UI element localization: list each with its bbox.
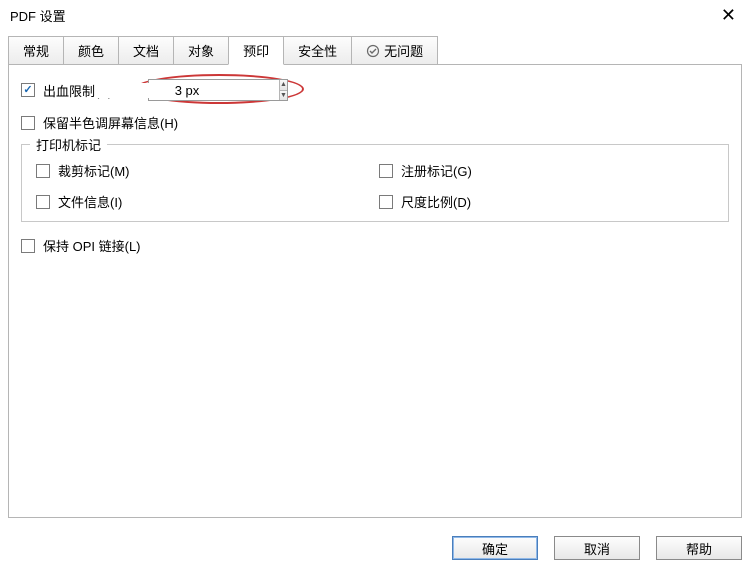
tab-document-label: 文档 bbox=[133, 41, 159, 60]
opi-label: 保持 OPI 链接(L) bbox=[43, 236, 141, 255]
help-button[interactable]: 帮助 bbox=[656, 536, 742, 560]
tab-prepress-label: 预印 bbox=[243, 41, 269, 60]
file-info-item: 文件信息(I) bbox=[36, 192, 371, 211]
bleed-spinner: ▲ ▼ bbox=[148, 79, 288, 101]
checkmark-icon bbox=[366, 44, 380, 58]
scale-ratio-item: 尺度比例(D) bbox=[379, 192, 714, 211]
close-icon[interactable]: ✕ bbox=[717, 6, 740, 24]
opi-checkbox[interactable] bbox=[21, 239, 35, 253]
help-button-label: 帮助 bbox=[686, 539, 712, 558]
crop-marks-checkbox[interactable] bbox=[36, 164, 50, 178]
dialog-title: PDF 设置 bbox=[10, 6, 66, 25]
tab-security[interactable]: 安全性 bbox=[283, 36, 352, 65]
tab-document[interactable]: 文档 bbox=[118, 36, 174, 65]
tab-color-label: 颜色 bbox=[78, 41, 104, 60]
tab-strip: 常规 颜色 文档 对象 预印 安全性 无问题 bbox=[8, 36, 742, 65]
title-bar: PDF 设置 ✕ bbox=[0, 0, 750, 32]
registration-marks-item: 注册标记(G) bbox=[379, 161, 714, 180]
registration-marks-label: 注册标记(G) bbox=[401, 161, 472, 180]
file-info-label: 文件信息(I) bbox=[58, 192, 122, 211]
bleed-spin-down[interactable]: ▼ bbox=[280, 91, 287, 101]
tab-color[interactable]: 颜色 bbox=[63, 36, 119, 65]
tab-no-issues-label: 无问题 bbox=[384, 41, 423, 60]
tab-objects-label: 对象 bbox=[188, 41, 214, 60]
cancel-button[interactable]: 取消 bbox=[554, 536, 640, 560]
halftone-checkbox[interactable] bbox=[21, 116, 35, 130]
ok-button[interactable]: 确定 bbox=[452, 536, 538, 560]
scale-ratio-checkbox[interactable] bbox=[379, 195, 393, 209]
cancel-button-label: 取消 bbox=[584, 539, 610, 558]
opi-row: 保持 OPI 链接(L) bbox=[21, 236, 729, 255]
printer-marks-group: 打印机标记 裁剪标记(M) 注册标记(G) 文件信息(I) 尺度比例(D) bbox=[21, 144, 729, 222]
bleed-spin-buttons: ▲ ▼ bbox=[279, 80, 287, 100]
scale-ratio-label: 尺度比例(D) bbox=[401, 192, 471, 211]
printer-marks-legend: 打印机标记 bbox=[30, 135, 107, 154]
printer-marks-grid: 裁剪标记(M) 注册标记(G) 文件信息(I) 尺度比例(D) bbox=[36, 161, 714, 211]
tab-panel-prepress: 出血限制(B): ▲ ▼ 保留半色调屏幕信息(H) 打印机标记 裁剪标记(M) bbox=[8, 64, 742, 518]
crop-marks-label: 裁剪标记(M) bbox=[58, 161, 130, 180]
crop-marks-item: 裁剪标记(M) bbox=[36, 161, 371, 180]
dialog-buttons: 确定 取消 帮助 bbox=[452, 536, 742, 560]
tab-general-label: 常规 bbox=[23, 41, 49, 60]
bleed-checkbox[interactable] bbox=[21, 83, 35, 97]
halftone-row: 保留半色调屏幕信息(H) bbox=[21, 113, 729, 132]
tab-general[interactable]: 常规 bbox=[8, 36, 64, 65]
ok-button-label: 确定 bbox=[482, 539, 508, 558]
bleed-row: 出血限制(B): ▲ ▼ bbox=[21, 79, 729, 101]
registration-marks-checkbox[interactable] bbox=[379, 164, 393, 178]
tab-no-issues[interactable]: 无问题 bbox=[351, 36, 438, 65]
bleed-input[interactable] bbox=[95, 83, 279, 98]
file-info-checkbox[interactable] bbox=[36, 195, 50, 209]
bleed-spin-up[interactable]: ▲ bbox=[280, 80, 287, 91]
tab-objects[interactable]: 对象 bbox=[173, 36, 229, 65]
halftone-label: 保留半色调屏幕信息(H) bbox=[43, 113, 178, 132]
tab-security-label: 安全性 bbox=[298, 41, 337, 60]
tab-prepress[interactable]: 预印 bbox=[228, 36, 284, 65]
bleed-spinner-wrap: ▲ ▼ bbox=[148, 79, 288, 101]
